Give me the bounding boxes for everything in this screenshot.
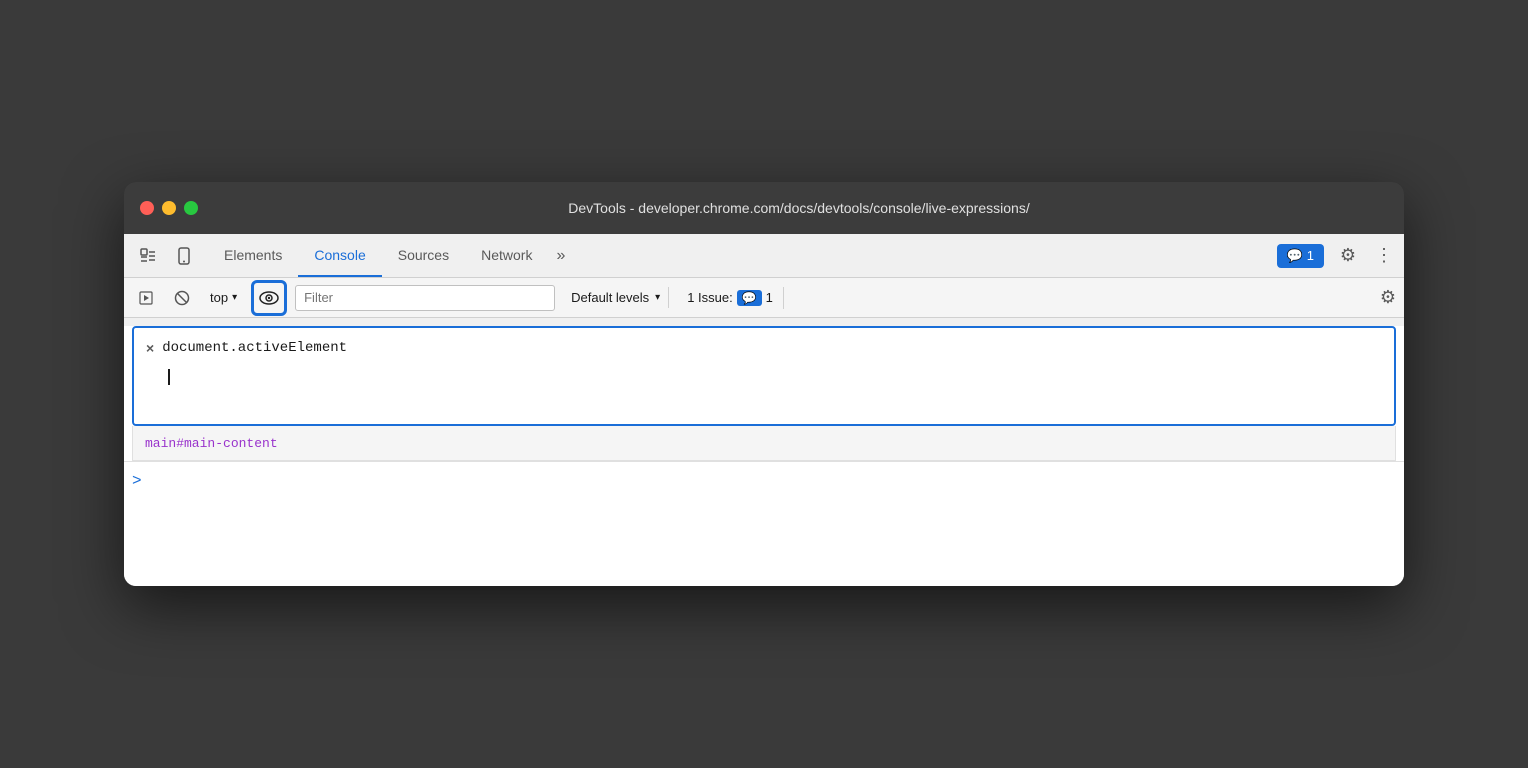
mobile-icon-button[interactable] <box>168 240 200 272</box>
live-expression-row: × document.activeElement <box>146 338 1382 359</box>
cursor-line <box>168 369 1382 385</box>
tab-icon-group <box>132 240 200 272</box>
filter-input[interactable] <box>295 285 555 311</box>
issue-badge[interactable]: 1 Issue: 💬 1 <box>677 287 784 309</box>
live-expression-result: main#main-content <box>132 426 1396 461</box>
devtools-window: DevTools - developer.chrome.com/docs/dev… <box>124 182 1404 586</box>
console-toolbar: top ▾ Default levels ▾ 1 Issue: 💬 1 <box>124 278 1404 318</box>
issue-message-icon: 💬 <box>737 290 762 306</box>
message-badge-button[interactable]: 💬 1 <box>1277 244 1324 268</box>
tab-right-group: 💬 1 ⚙ ⋮ <box>1277 240 1396 272</box>
close-expression-button[interactable]: × <box>146 340 154 356</box>
default-levels-button[interactable]: Default levels ▾ <box>563 287 669 308</box>
maximize-button[interactable] <box>184 201 198 215</box>
console-settings-button[interactable]: ⚙ <box>1380 287 1396 308</box>
gear-icon: ⚙ <box>1340 245 1356 266</box>
console-input-area[interactable]: > <box>124 461 1404 500</box>
close-button[interactable] <box>140 201 154 215</box>
kebab-menu-button[interactable]: ⋮ <box>1372 240 1396 272</box>
console-body: × document.activeElement main#main-conte… <box>124 326 1404 586</box>
console-gear-icon: ⚙ <box>1380 287 1396 307</box>
live-expression-editor[interactable]: × document.activeElement <box>132 326 1396 426</box>
message-icon: 💬 <box>1287 248 1303 264</box>
main-tabs: Elements Console Sources Network » <box>208 234 1277 277</box>
expression-code: document.activeElement <box>162 338 347 359</box>
tab-network[interactable]: Network <box>465 234 548 277</box>
tab-elements[interactable]: Elements <box>208 234 298 277</box>
tab-console[interactable]: Console <box>298 234 381 277</box>
titlebar: DevTools - developer.chrome.com/docs/dev… <box>124 182 1404 234</box>
devtools-panel: Elements Console Sources Network » 💬 <box>124 234 1404 586</box>
block-icon-button[interactable] <box>168 284 196 312</box>
run-script-button[interactable] <box>132 284 160 312</box>
inspect-icon-button[interactable] <box>132 240 164 272</box>
traffic-lights <box>140 201 198 215</box>
settings-gear-button[interactable]: ⚙ <box>1332 240 1364 272</box>
levels-chevron-icon: ▾ <box>655 292 660 303</box>
tab-more-button[interactable]: » <box>548 234 573 277</box>
live-expression-button[interactable] <box>251 280 287 316</box>
chevron-down-icon: ▾ <box>232 292 237 303</box>
eye-icon <box>259 291 279 305</box>
result-value: main#main-content <box>145 436 278 451</box>
minimize-button[interactable] <box>162 201 176 215</box>
context-selector[interactable]: top ▾ <box>204 288 243 307</box>
kebab-icon: ⋮ <box>1375 245 1393 266</box>
tab-bar: Elements Console Sources Network » 💬 <box>124 234 1404 278</box>
tab-sources[interactable]: Sources <box>382 234 465 277</box>
window-title: DevTools - developer.chrome.com/docs/dev… <box>210 200 1388 216</box>
console-prompt: > <box>132 472 142 490</box>
text-cursor <box>168 369 170 385</box>
